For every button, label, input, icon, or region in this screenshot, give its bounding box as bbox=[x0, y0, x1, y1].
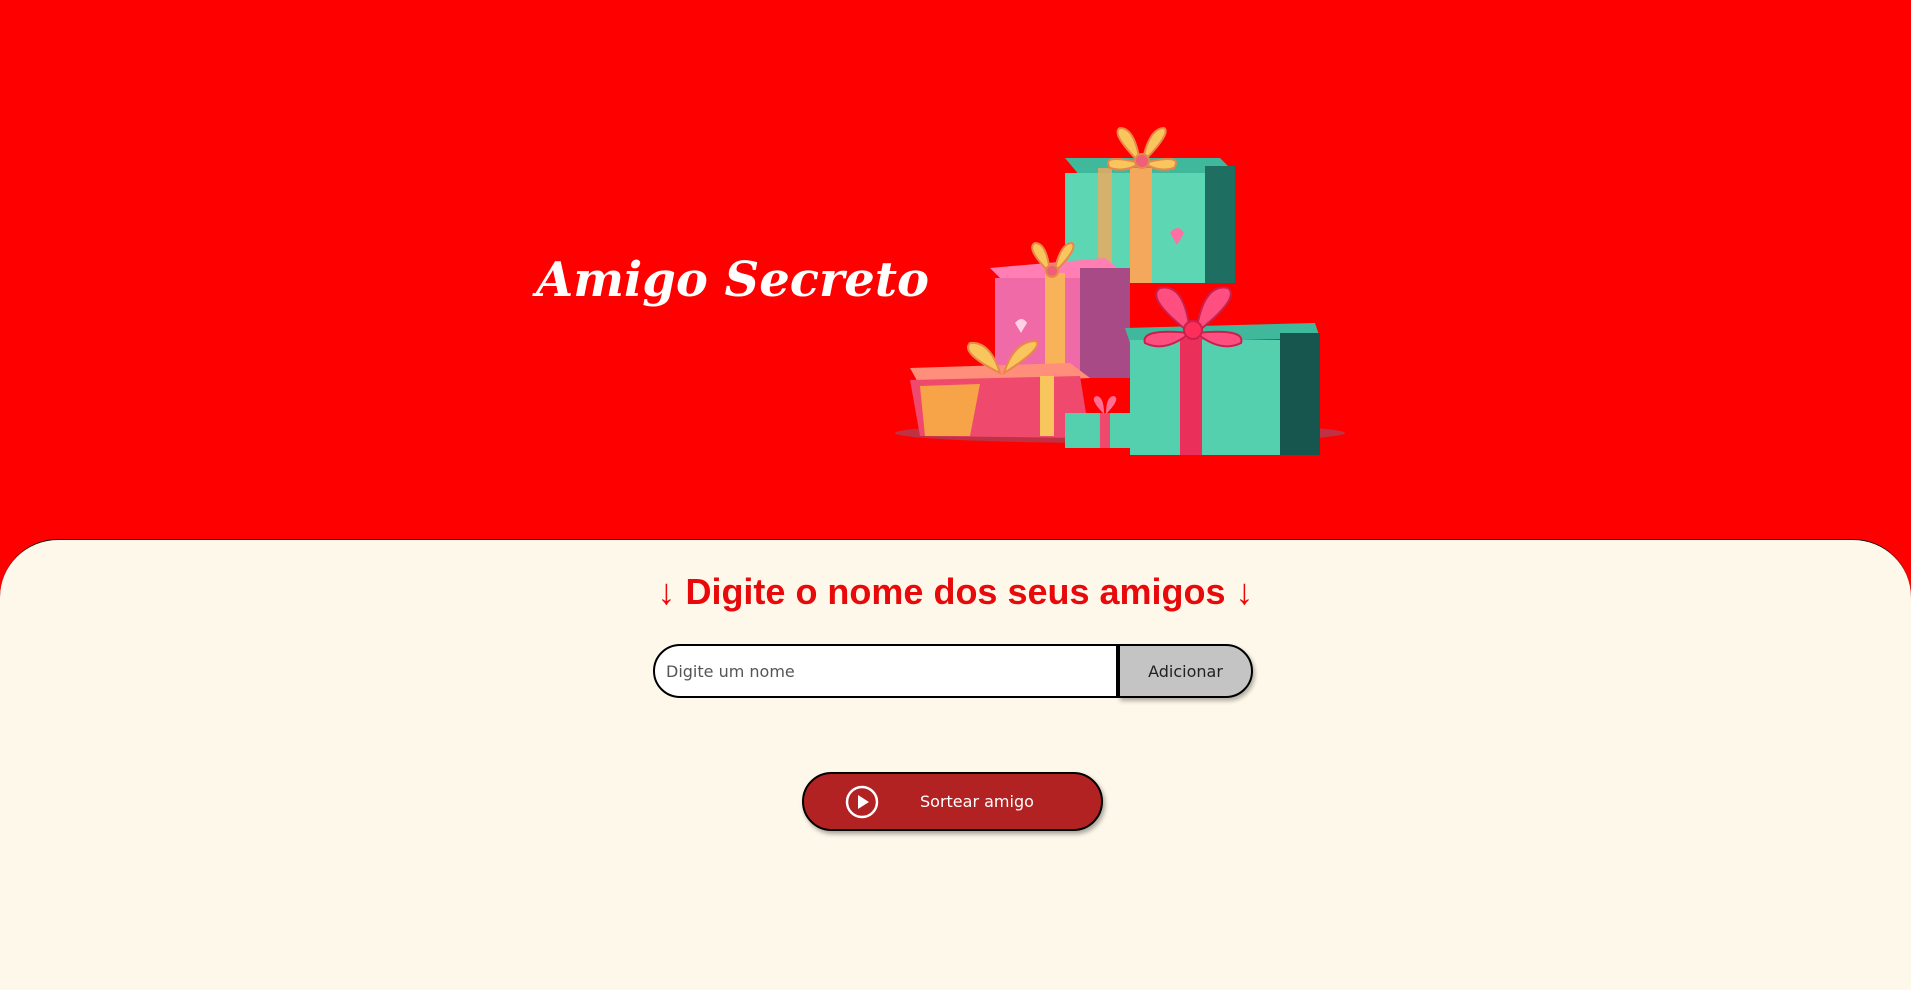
name-input[interactable] bbox=[653, 644, 1118, 698]
name-input-row: Adicionar bbox=[653, 644, 1253, 698]
app-title: Amigo Secreto bbox=[536, 252, 929, 308]
header-banner: Amigo Secreto bbox=[0, 0, 1911, 540]
add-button[interactable]: Adicionar bbox=[1118, 644, 1253, 698]
gift-boxes-illustration bbox=[895, 126, 1345, 455]
draw-friend-button[interactable]: Sortear amigo bbox=[802, 772, 1103, 831]
section-title: ↓ Digite o nome dos seus amigos ↓ bbox=[657, 571, 1254, 612]
play-circle-icon bbox=[845, 785, 879, 819]
draw-friend-label: Sortear amigo bbox=[920, 792, 1034, 811]
